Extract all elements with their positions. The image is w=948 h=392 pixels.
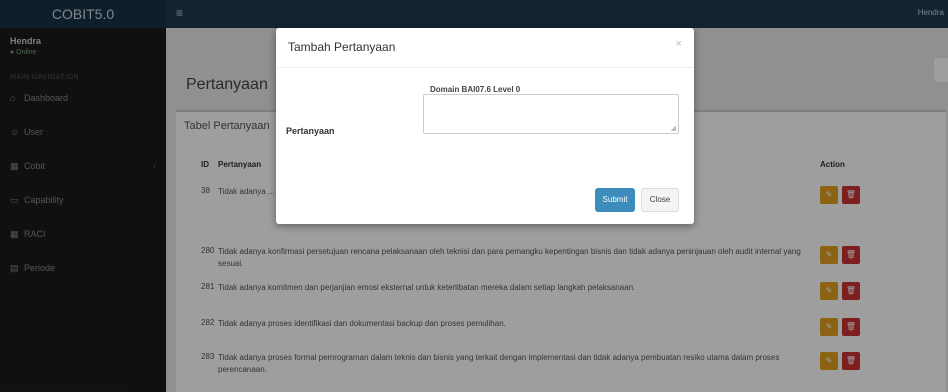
question-field-label: Pertanyaan: [286, 126, 335, 136]
modal-title: Tambah Pertanyaan: [288, 40, 396, 54]
add-question-modal: Tambah Pertanyaan × Domain BAI07.6 Level…: [276, 28, 694, 224]
resize-grip-icon[interactable]: ◢: [671, 124, 676, 132]
close-button[interactable]: Close: [641, 188, 679, 212]
submit-button[interactable]: Submit: [595, 188, 635, 212]
close-icon[interactable]: ×: [676, 38, 682, 50]
domain-level-label: Domain BAI07.6 Level 0: [430, 85, 521, 94]
modal-header: Tambah Pertanyaan ×: [276, 28, 694, 68]
question-textarea[interactable]: ◢: [423, 94, 679, 134]
